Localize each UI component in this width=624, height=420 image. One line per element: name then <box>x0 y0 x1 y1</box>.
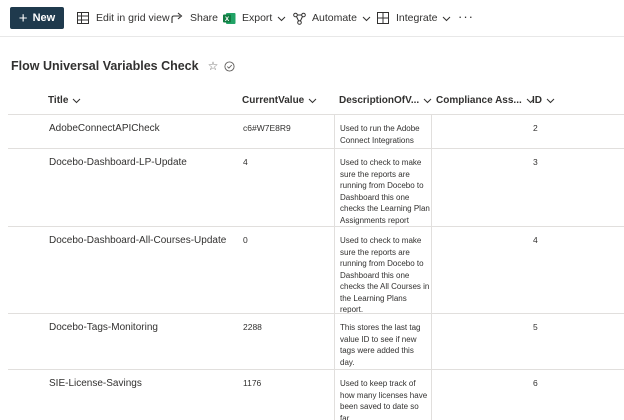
cell-title[interactable]: Docebo-Dashboard-All-Courses-Update <box>49 235 226 246</box>
cell-current-value: 0 <box>243 235 248 245</box>
chevron-down-icon <box>442 14 451 23</box>
export-button[interactable]: X Export <box>222 7 286 29</box>
edit-in-grid-view-label: Edit in grid view <box>96 12 170 24</box>
favorite-star-icon[interactable]: ☆ <box>208 59 219 73</box>
command-bar-divider <box>0 36 624 37</box>
column-header-label: ID <box>532 94 542 106</box>
chevron-down-icon <box>277 14 286 23</box>
integrate-label: Integrate <box>396 12 438 24</box>
column-divider <box>334 115 335 420</box>
new-button-label: New <box>32 12 56 24</box>
integrate-icon <box>376 11 390 25</box>
new-button[interactable]: + New <box>10 7 64 29</box>
cell-description: Used to run the Adobe Connect Integratio… <box>340 124 420 145</box>
export-label: Export <box>242 12 273 24</box>
edit-in-grid-view-button[interactable]: Edit in grid view <box>76 7 170 29</box>
cell-id: 5 <box>533 322 538 332</box>
row-divider <box>8 226 624 227</box>
chevron-down-icon <box>546 96 555 105</box>
command-bar: + New Edit in grid view Share X Export A… <box>0 0 624 36</box>
cell-title[interactable]: Docebo-Tags-Monitoring <box>49 322 158 333</box>
cell-title[interactable]: AdobeConnectAPICheck <box>49 123 160 134</box>
column-header-label: CurrentValue <box>242 94 305 106</box>
cell-description: Used to check to make sure the reports a… <box>340 236 430 314</box>
chevron-down-icon <box>72 96 81 105</box>
cell-title[interactable]: Docebo-Dashboard-LP-Update <box>49 157 187 168</box>
cell-current-value: 1176 <box>243 378 262 388</box>
automate-button[interactable]: Automate <box>292 7 371 29</box>
integrate-button[interactable]: Integrate <box>376 7 451 29</box>
plus-icon: + <box>18 9 28 27</box>
row-divider <box>8 313 624 314</box>
cell-title[interactable]: SIE-License-Savings <box>49 378 142 389</box>
column-header-current-value[interactable]: CurrentValue <box>242 86 317 114</box>
verified-icon <box>224 60 235 72</box>
svg-text:X: X <box>224 16 229 23</box>
row-divider <box>8 369 624 370</box>
cell-current-value: c6#W7E8R9 <box>243 123 291 133</box>
cell-current-value: 4 <box>243 157 248 167</box>
cell-description: Used to keep track of how many licenses … <box>340 379 428 420</box>
grid-view-icon <box>76 11 90 25</box>
column-header-compliance[interactable]: Compliance Ass... <box>436 86 535 114</box>
header-divider <box>8 114 624 115</box>
chevron-down-icon <box>423 96 432 105</box>
automate-icon <box>292 11 306 25</box>
cell-description: This stores the last tag value ID to see… <box>340 323 421 367</box>
column-header-description[interactable]: DescriptionOfV... <box>339 86 432 114</box>
page-title: Flow Universal Variables Check <box>11 59 199 73</box>
chevron-down-icon <box>362 14 371 23</box>
share-button[interactable]: Share <box>170 7 218 29</box>
column-header-label: DescriptionOfV... <box>339 94 420 106</box>
excel-icon: X <box>222 11 236 25</box>
cell-id: 6 <box>533 378 538 388</box>
cell-current-value: 2288 <box>243 322 262 332</box>
more-icon[interactable]: ··· <box>458 9 474 24</box>
column-divider <box>431 115 432 420</box>
cell-id: 4 <box>533 235 538 245</box>
list-title-row: Flow Universal Variables Check ☆ <box>11 57 235 75</box>
row-divider <box>8 148 624 149</box>
share-icon <box>170 11 184 25</box>
column-header-title[interactable]: Title <box>48 86 81 114</box>
cell-id: 3 <box>533 157 538 167</box>
cell-id: 2 <box>533 123 538 133</box>
automate-label: Automate <box>312 12 357 24</box>
cell-description: Used to check to make sure the reports a… <box>340 158 430 225</box>
chevron-down-icon <box>308 96 317 105</box>
column-header-id[interactable]: ID <box>532 86 555 114</box>
share-label: Share <box>190 12 219 24</box>
column-header-label: Compliance Ass... <box>436 94 522 106</box>
column-header-label: Title <box>48 94 69 106</box>
